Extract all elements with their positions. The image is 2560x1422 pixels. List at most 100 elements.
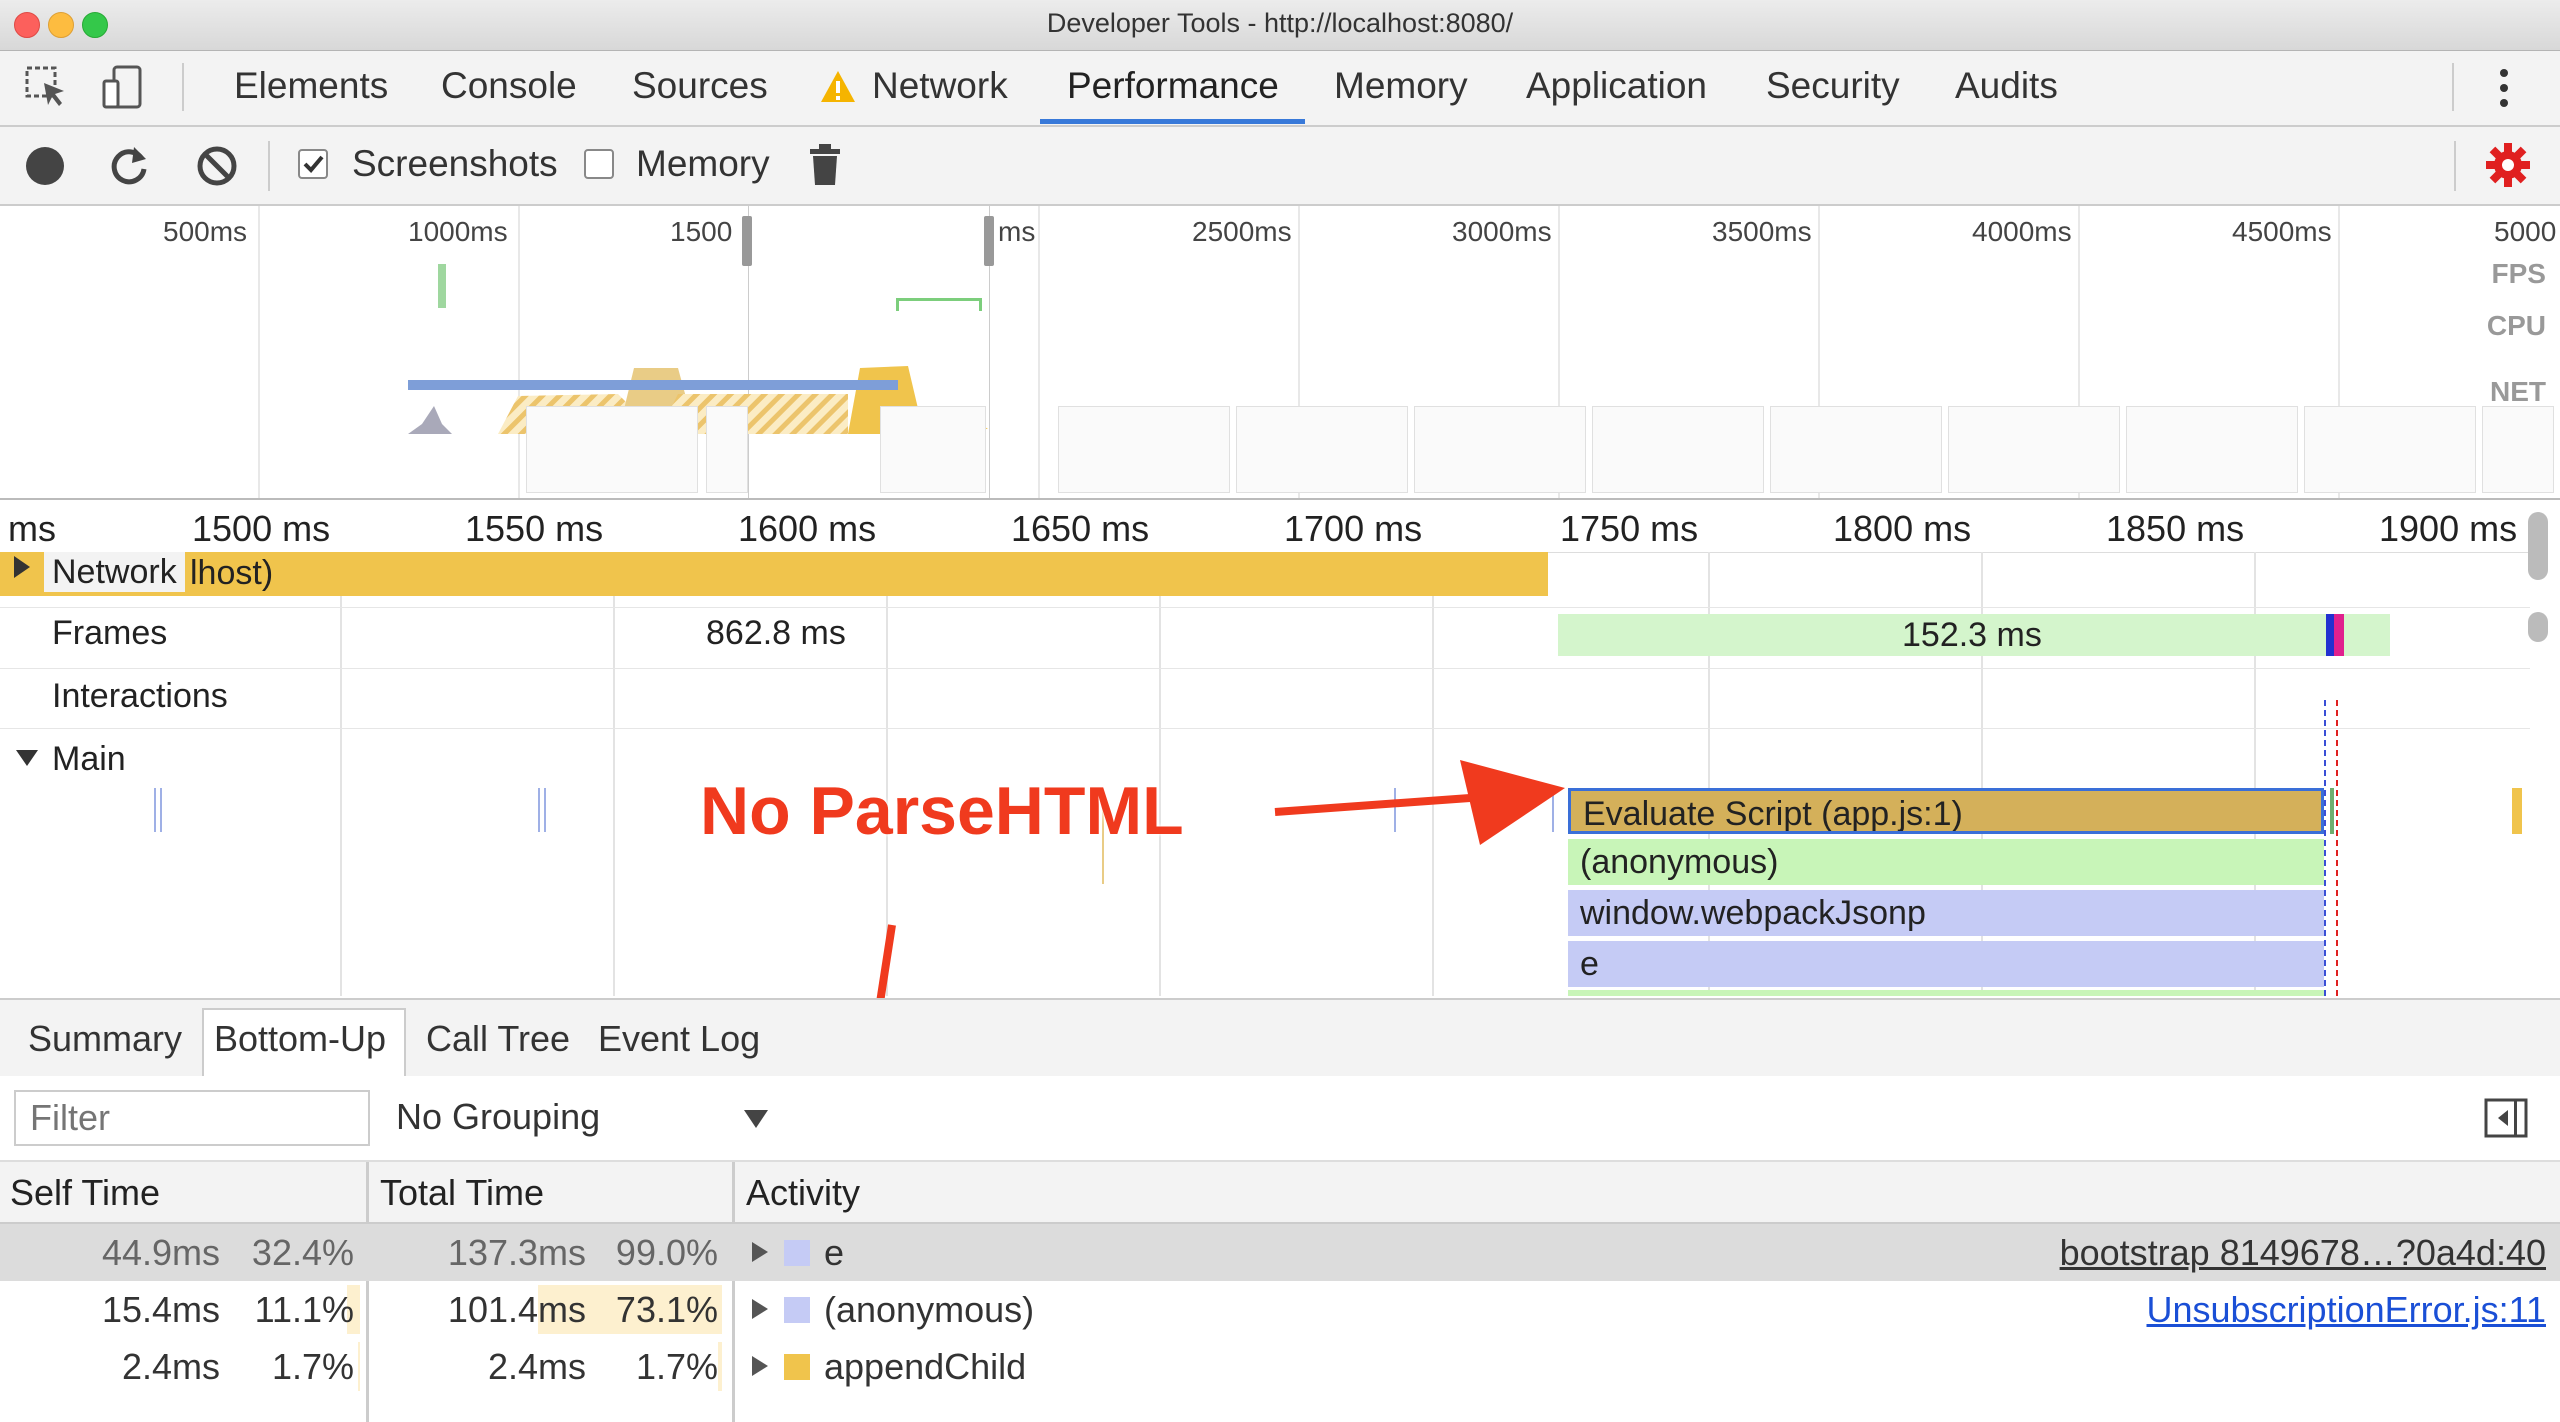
memory-checkbox[interactable] bbox=[584, 149, 614, 179]
screenshot-thumbnail[interactable] bbox=[706, 406, 748, 493]
tab-performance[interactable]: Performance bbox=[1067, 65, 1279, 107]
flame-evaluate-script[interactable]: Evaluate Script (app.js:1) bbox=[1568, 788, 2324, 834]
activity-header[interactable]: Activity bbox=[746, 1172, 860, 1214]
screenshot-thumbnail[interactable] bbox=[1058, 406, 1230, 493]
ruler-tick: ms bbox=[8, 508, 56, 549]
frame-marker bbox=[2326, 614, 2334, 656]
net-activity-bar bbox=[408, 380, 898, 390]
trash-icon[interactable] bbox=[808, 143, 842, 187]
flame-e[interactable]: e bbox=[1568, 941, 2324, 987]
toggle-sidebar-icon[interactable] bbox=[2484, 1098, 2528, 1138]
toolbar-divider bbox=[268, 141, 270, 191]
frames-track-label: Frames bbox=[52, 614, 168, 652]
screenshot-thumbnail[interactable] bbox=[880, 406, 986, 493]
activity-name: (anonymous) bbox=[824, 1289, 1035, 1330]
more-options-icon[interactable] bbox=[2494, 65, 2514, 111]
source-link[interactable]: UnsubscriptionError.js:11 bbox=[2147, 1289, 2547, 1331]
screenshot-thumbnail[interactable] bbox=[526, 406, 698, 493]
main-track-label: Main bbox=[52, 740, 126, 778]
ruler-tick: 1900 ms bbox=[2379, 508, 2518, 549]
chevron-down-icon[interactable] bbox=[744, 1110, 768, 1128]
capture-settings-gear-icon[interactable] bbox=[2484, 141, 2532, 189]
collapse-main-icon[interactable] bbox=[16, 750, 38, 766]
grouping-select[interactable]: No Grouping bbox=[396, 1096, 600, 1138]
expand-network-icon[interactable] bbox=[14, 556, 30, 578]
percent-bar bbox=[717, 1342, 722, 1391]
screenshot-thumbnail[interactable] bbox=[1414, 406, 1586, 493]
inspect-element-icon[interactable] bbox=[24, 65, 68, 109]
net-label: NET bbox=[2490, 376, 2546, 407]
timeline-ruler: ms 1500 ms 1550 ms 1600 ms 1650 ms 1700 … bbox=[0, 500, 2530, 553]
screenshot-thumbnail[interactable] bbox=[2482, 406, 2554, 493]
tab-application[interactable]: Application bbox=[1526, 65, 1707, 107]
total-time-header[interactable]: Total Time bbox=[380, 1172, 544, 1214]
table-row[interactable]: 15.4ms 11.1% 101.4ms 73.1% (anonymous) Unsubs… bbox=[0, 1281, 2560, 1338]
tab-console[interactable]: Console bbox=[441, 65, 577, 107]
screenshot-thumbnail[interactable] bbox=[1948, 406, 2120, 493]
total-percent-value: 1.7% bbox=[635, 1346, 718, 1387]
screenshot-thumbnail[interactable] bbox=[1770, 406, 1942, 493]
flame-anonymous[interactable]: (anonymous) bbox=[1568, 839, 2324, 885]
ruler-tick: 1700 ms bbox=[1284, 508, 1423, 549]
selection-right-handle[interactable] bbox=[984, 216, 994, 266]
activity-name: appendChild bbox=[824, 1346, 1027, 1387]
device-toolbar-icon[interactable] bbox=[100, 63, 148, 111]
expand-row-icon[interactable] bbox=[752, 1242, 768, 1262]
expand-row-icon[interactable] bbox=[752, 1356, 768, 1376]
ruler-tick: 1750 ms bbox=[1560, 508, 1699, 549]
annotation-text: No ParseHTML bbox=[700, 773, 1184, 849]
table-row[interactable]: 2.4ms 1.7% 2.4ms 1.7% appendChild bbox=[0, 1338, 2560, 1395]
screenshot-thumbnail[interactable] bbox=[1592, 406, 1764, 493]
screenshots-checkbox[interactable] bbox=[298, 149, 328, 179]
frame-duration-2[interactable]: 152.3 ms bbox=[1902, 616, 2042, 655]
source-link[interactable]: bootstrap 8149678…?0a4d:40 bbox=[2060, 1232, 2546, 1274]
overview-tick: 4000ms bbox=[1972, 216, 2072, 247]
main-activity-tick bbox=[154, 788, 162, 832]
self-time-header[interactable]: Self Time bbox=[10, 1172, 160, 1214]
table-row[interactable]: 44.9ms 32.4% 137.3ms 99.0% e bootstrap 814967… bbox=[0, 1224, 2560, 1281]
tracks-scrollbar[interactable] bbox=[2528, 512, 2548, 580]
ruler-tick: 1550 ms bbox=[465, 508, 604, 549]
devtools-tab-bar: Elements Console Sources Network Perform… bbox=[0, 51, 2560, 127]
tab-security[interactable]: Security bbox=[1766, 65, 1900, 107]
network-track-label[interactable]: Network bbox=[44, 552, 185, 592]
filter-bar: No Grouping bbox=[0, 1076, 2560, 1162]
self-time-value: 2.4ms bbox=[121, 1346, 220, 1387]
interactions-track-label: Interactions bbox=[52, 677, 228, 715]
reload-icon[interactable] bbox=[106, 143, 152, 189]
tab-call-tree[interactable]: Call Tree bbox=[426, 1018, 570, 1060]
total-percent-value: 99.0% bbox=[615, 1232, 718, 1273]
fps-label: FPS bbox=[2491, 258, 2546, 289]
tab-summary[interactable]: Summary bbox=[28, 1018, 182, 1060]
tab-sources[interactable]: Sources bbox=[632, 65, 768, 107]
total-percent-value: 73.1% bbox=[615, 1289, 718, 1330]
category-color-swatch bbox=[784, 1297, 810, 1323]
record-button[interactable] bbox=[26, 147, 64, 185]
selection-left-handle[interactable] bbox=[742, 216, 752, 266]
expand-row-icon[interactable] bbox=[752, 1299, 768, 1319]
screenshot-thumbnail[interactable] bbox=[1236, 406, 1408, 493]
flame-webpack-jsonp[interactable]: window.webpackJsonp bbox=[1568, 890, 2324, 936]
screenshot-thumbnail[interactable] bbox=[2304, 406, 2476, 493]
total-time-value: 101.4ms bbox=[447, 1289, 586, 1330]
screenshot-thumbnail[interactable] bbox=[2126, 406, 2298, 493]
flame-sliver bbox=[2330, 788, 2334, 834]
tracks-scrollbar-2[interactable] bbox=[2528, 612, 2548, 642]
clear-icon[interactable] bbox=[196, 145, 238, 187]
tab-event-log[interactable]: Event Log bbox=[598, 1018, 760, 1060]
details-tab-bar: Summary Bottom-Up Call Tree Event Log bbox=[0, 998, 2560, 1078]
self-percent-value: 32.4% bbox=[251, 1232, 354, 1273]
filter-input[interactable] bbox=[14, 1090, 370, 1146]
warning-icon bbox=[820, 69, 856, 105]
ruler-tick: 1850 ms bbox=[2106, 508, 2245, 549]
tab-bottom-up[interactable]: Bottom-Up bbox=[214, 1018, 386, 1060]
tab-network[interactable]: Network bbox=[872, 65, 1008, 107]
tab-audits[interactable]: Audits bbox=[1955, 65, 2058, 107]
frame-duration-1[interactable]: 862.8 ms bbox=[706, 614, 846, 653]
overview-tick: 500ms bbox=[163, 216, 248, 247]
tab-elements[interactable]: Elements bbox=[234, 65, 388, 107]
timeline-overview[interactable]: 500ms 1000ms 1500 s 200 ms 2500ms 3000ms… bbox=[0, 206, 2560, 500]
toolbar-divider bbox=[2454, 141, 2456, 191]
performance-toolbar: Screenshots Memory bbox=[0, 127, 2560, 206]
tab-memory[interactable]: Memory bbox=[1334, 65, 1468, 107]
